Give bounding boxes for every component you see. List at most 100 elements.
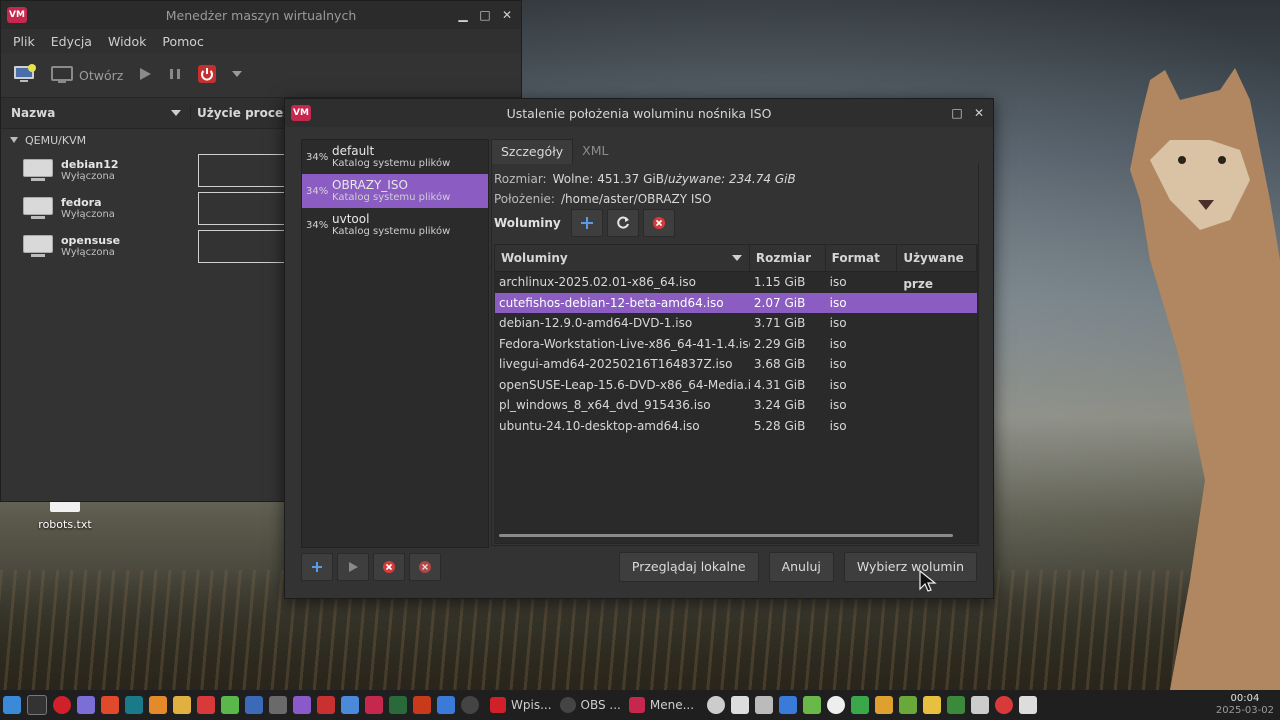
cancel-button[interactable]: Anuluj <box>768 552 834 582</box>
cpu-graph <box>198 153 288 187</box>
dialog-title: Ustalenie położenia woluminu nośnika ISO <box>506 105 772 121</box>
calendar-icon[interactable] <box>197 696 215 714</box>
menu-edit[interactable]: Edycja <box>43 34 100 49</box>
pool-item-obrazy-iso[interactable]: 34% OBRAZY_ISO Katalog systemu plików <box>302 174 488 208</box>
volumes-column-label: Woluminy <box>501 251 568 265</box>
pool-item-uvtool[interactable]: 34% uvtool Katalog systemu plików <box>302 208 488 242</box>
maximize-icon[interactable]: □ <box>951 106 963 120</box>
pool-item-default[interactable]: 34% default Katalog systemu plików <box>302 140 488 174</box>
wifi-icon[interactable] <box>755 696 774 714</box>
maximize-icon[interactable]: □ <box>479 8 491 22</box>
cpu-column-header[interactable]: Użycie proceso <box>191 106 298 120</box>
stop-pool-button[interactable] <box>373 553 405 581</box>
notes-icon[interactable] <box>77 696 95 714</box>
task-label: OBS ... <box>580 698 621 712</box>
close-icon[interactable]: ✕ <box>973 106 985 120</box>
cloud-icon[interactable] <box>707 696 726 714</box>
browser-icon[interactable] <box>341 696 359 714</box>
monitor-graph-icon[interactable] <box>389 696 407 714</box>
virt-manager-icon[interactable] <box>365 696 383 714</box>
task-wpis[interactable]: Wpis... <box>490 697 552 713</box>
close-icon[interactable]: ✕ <box>501 8 513 22</box>
dialog-titlebar[interactable]: VM Ustalenie położenia woluminu nośnika … <box>285 99 993 127</box>
minimize-icon[interactable]: ▁ <box>457 8 469 22</box>
clipboard-icon[interactable] <box>803 696 822 714</box>
shield-icon[interactable] <box>731 696 750 714</box>
download-icon[interactable] <box>317 696 335 714</box>
open-button[interactable]: Otwórz <box>51 66 123 84</box>
spotify-icon[interactable] <box>221 696 239 714</box>
add-volume-button[interactable] <box>570 209 603 237</box>
cpu-graph <box>198 229 288 263</box>
cloud-sync-icon[interactable] <box>851 696 870 714</box>
run-icon[interactable] <box>137 66 153 85</box>
screenshot-icon[interactable] <box>437 696 455 714</box>
new-vm-icon[interactable] <box>13 63 37 87</box>
cpu-graph <box>198 191 288 225</box>
eye-icon[interactable] <box>899 696 918 714</box>
opera-icon[interactable] <box>53 696 71 714</box>
pool-type: Katalog systemu plików <box>332 191 451 203</box>
delete-volume-button[interactable] <box>642 209 675 237</box>
grid-icon[interactable] <box>269 696 287 714</box>
task-obs[interactable]: OBS ... <box>559 697 621 713</box>
task-virt-manager[interactable]: Mene... <box>628 697 694 713</box>
mouse-cursor-icon <box>919 570 937 592</box>
microphone-icon[interactable] <box>995 696 1014 714</box>
folder-icon[interactable] <box>173 696 191 714</box>
browse-local-button[interactable]: Przeglądaj lokalne <box>618 552 759 582</box>
settings-icon[interactable] <box>875 696 894 714</box>
volume-icon[interactable] <box>1019 696 1038 714</box>
obs-icon <box>559 697 576 713</box>
horizontal-scrollbar[interactable] <box>499 534 953 537</box>
menu-file[interactable]: Plik <box>5 34 43 49</box>
table-row[interactable]: ubuntu-24.10-desktop-amd64.iso 5.28 GiB is… <box>495 416 977 437</box>
email-icon[interactable] <box>245 696 263 714</box>
notes-tray-icon[interactable] <box>923 696 942 714</box>
clock[interactable]: 00:04 2025-03-02 <box>1216 693 1274 717</box>
table-row[interactable]: livegui-amd64-20250216T164837Z.iso 3.68 G… <box>495 354 977 375</box>
table-row[interactable]: openSUSE-Leap-15.6-DVD-x86_64-Media.iso 4… <box>495 375 977 396</box>
desktop-file-icon[interactable]: robots.txt <box>30 498 100 531</box>
refresh-button[interactable] <box>606 209 639 237</box>
delete-pool-button[interactable] <box>409 553 441 581</box>
chevron-down-icon[interactable] <box>231 68 243 82</box>
pause-icon[interactable] <box>167 66 183 85</box>
volumes-column-header[interactable]: Woluminy <box>495 245 750 271</box>
vlc-icon[interactable] <box>149 696 167 714</box>
volume-size-cell: 3.24 GiB <box>753 398 806 413</box>
store-icon[interactable] <box>293 696 311 714</box>
tab-details[interactable]: Szczegóły <box>491 139 574 164</box>
obs-icon[interactable] <box>461 696 479 714</box>
table-row[interactable]: pl_windows_8_x64_dvd_915436.iso 3.24 GiB i… <box>495 395 977 416</box>
used-by-column-header[interactable]: Używane prze <box>897 245 977 291</box>
bell-icon[interactable] <box>971 696 990 714</box>
system-tray <box>704 696 1040 714</box>
table-row[interactable]: debian-12.9.0-amd64-DVD-1.iso 3.71 GiB iso <box>495 313 977 334</box>
app-menu-icon[interactable] <box>3 696 21 714</box>
firefox-icon[interactable] <box>101 696 119 714</box>
menu-help[interactable]: Pomoc <box>154 34 211 49</box>
tab-xml[interactable]: XML <box>573 139 617 163</box>
pool-usage: 34% <box>306 151 329 163</box>
terminal-icon[interactable] <box>27 695 47 715</box>
add-pool-button[interactable] <box>301 553 333 581</box>
table-row[interactable]: Fedora-Workstation-Live-x86_64-41-1.4.is… <box>495 334 977 355</box>
openai-icon[interactable] <box>827 696 846 714</box>
power-off-icon[interactable] <box>197 64 217 87</box>
recycle-icon[interactable] <box>947 696 966 714</box>
sort-down-icon <box>171 110 181 116</box>
main-titlebar[interactable]: VM Menedżer maszyn wirtualnych ▁ □ ✕ <box>1 1 521 29</box>
volume-format-cell: iso <box>829 336 847 351</box>
format-column-header[interactable]: Format <box>826 245 898 271</box>
volume-table: Woluminy Rozmiar Format Używane prze arc… <box>494 244 978 544</box>
filezilla-icon[interactable] <box>413 696 431 714</box>
choose-volume-button[interactable]: Wybierz wolumin <box>843 552 977 582</box>
dock-icon[interactable] <box>125 696 143 714</box>
start-pool-button[interactable] <box>337 553 369 581</box>
name-column-header[interactable]: Nazwa <box>1 106 191 120</box>
menu-view[interactable]: Widok <box>100 34 154 49</box>
volume-table-header: Woluminy Rozmiar Format Używane prze <box>495 245 977 291</box>
size-column-header[interactable]: Rozmiar <box>750 245 826 271</box>
update-icon[interactable] <box>779 696 798 714</box>
